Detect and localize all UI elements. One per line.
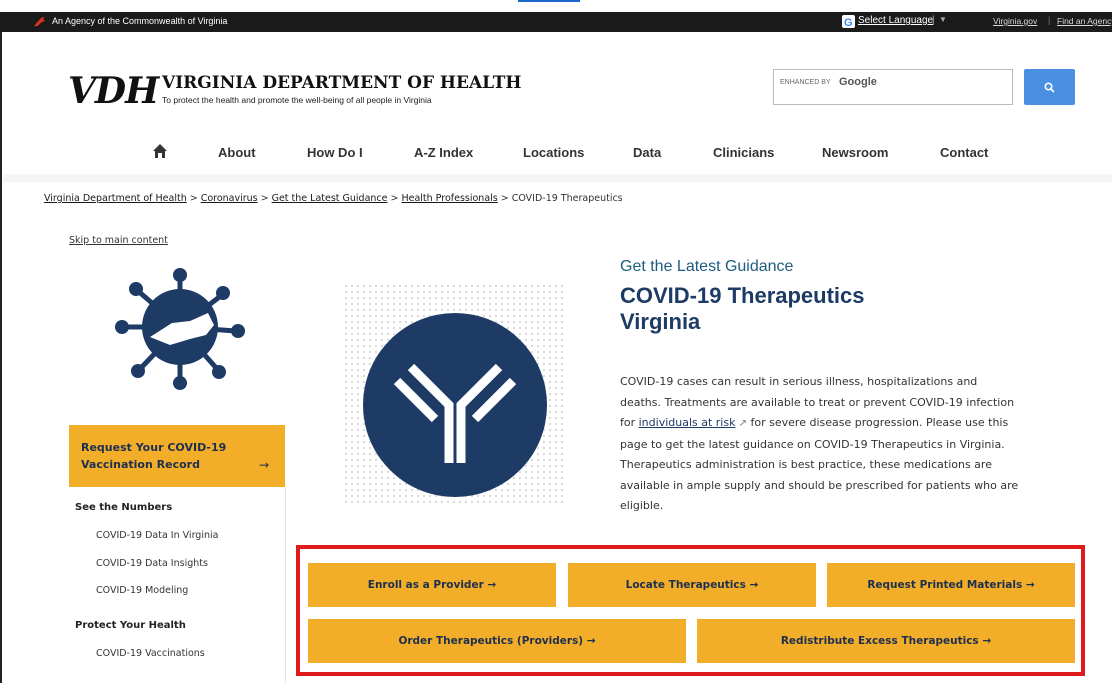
hero-subtitle: Get the Latest Guidance	[620, 258, 794, 275]
locate-therapeutics-button[interactable]: Locate Therapeutics →	[568, 563, 816, 607]
breadcrumb: Virginia Department of Health > Coronaviru…	[44, 193, 623, 204]
google-g-icon: G	[842, 15, 855, 29]
page-title-line: Virginia	[620, 309, 701, 334]
nav-item-how-do-i[interactable]: How Do I	[307, 145, 363, 160]
sidebar-item-vaccinations[interactable]: COVID-19 Vaccinations	[96, 648, 205, 659]
coronavirus-virginia-icon	[115, 268, 245, 390]
logo-tagline: To protect the health and promote the we…	[162, 95, 432, 105]
vdh-logo[interactable]: VDH	[68, 70, 159, 112]
search-enhanced-label: ENHANCED BY	[780, 79, 831, 86]
hero-paragraph: COVID-19 cases can result in serious ill…	[620, 372, 1020, 517]
separator: |	[1048, 15, 1051, 25]
logo-title[interactable]: VIRGINIA DEPARTMENT OF HEALTH	[162, 73, 521, 93]
order-therapeutics-button[interactable]: Order Therapeutics (Providers) →	[308, 619, 686, 663]
arrow-right-icon: →	[259, 458, 270, 472]
nav-item-contact[interactable]: Contact	[940, 145, 988, 160]
cta-button-panel: Enroll as a Provider → Locate Therapeuti…	[296, 545, 1085, 676]
breadcrumb-link[interactable]: Health Professionals	[401, 193, 497, 204]
cut-off-link-underline	[518, 0, 580, 2]
sidebar-nav: See the Numbers COVID-19 Data In Virgini…	[69, 488, 286, 683]
breadcrumb-link[interactable]: Virginia Department of Health	[44, 193, 187, 204]
sidebar-item-data-insights[interactable]: COVID-19 Data Insights	[96, 558, 208, 569]
search-input[interactable]: ENHANCED BY Google	[773, 69, 1013, 105]
redistribute-therapeutics-button[interactable]: Redistribute Excess Therapeutics →	[697, 619, 1075, 663]
enroll-provider-button[interactable]: Enroll as a Provider →	[308, 563, 556, 607]
agency-text: An Agency of the Commonwealth of Virgini…	[52, 16, 228, 26]
search-icon	[1044, 82, 1055, 93]
nav-item-clinicians[interactable]: Clinicians	[713, 145, 774, 160]
home-icon[interactable]	[152, 143, 168, 159]
request-printed-materials-button[interactable]: Request Printed Materials →	[827, 563, 1075, 607]
request-vaccination-record-button[interactable]: Request Your COVID-19 Vaccination Record…	[69, 425, 285, 487]
hero-image	[363, 313, 547, 497]
left-border	[0, 32, 2, 683]
external-link-icon: ↗	[735, 418, 748, 429]
svg-text:G: G	[844, 17, 853, 28]
nav-item-data[interactable]: Data	[633, 145, 661, 160]
breadcrumb-link[interactable]: Coronavirus	[201, 193, 258, 204]
nav-divider	[3, 174, 1112, 182]
sidebar-heading[interactable]: Protect Your Health	[75, 620, 186, 631]
cardinal-icon	[33, 16, 46, 27]
antibody-icon	[393, 363, 517, 463]
page-title-line: COVID-19 Therapeutics	[620, 283, 865, 308]
skip-to-main-link[interactable]: Skip to main content	[69, 235, 168, 246]
breadcrumb-link[interactable]: Get the Latest Guidance	[272, 193, 388, 204]
nav-item-about[interactable]: About	[218, 145, 256, 160]
virginia-gov-link[interactable]: Virginia.gov	[993, 16, 1037, 26]
search-google-label: Google	[839, 76, 877, 88]
nav-item-a-z-index[interactable]: A-Z Index	[414, 145, 473, 160]
chevron-down-icon[interactable]: ▼	[939, 15, 947, 24]
request-card-label: Request Your COVID-19 Vaccination Record	[81, 441, 227, 471]
hero-text: for severe disease progression. Please u…	[620, 416, 1019, 512]
nav-item-newsroom[interactable]: Newsroom	[822, 145, 888, 160]
sidebar-item-data-in-virginia[interactable]: COVID-19 Data In Virginia	[96, 530, 218, 541]
nav-item-locations[interactable]: Locations	[523, 145, 584, 160]
individuals-at-risk-link[interactable]: individuals at risk	[639, 416, 736, 429]
sidebar-heading[interactable]: See the Numbers	[75, 502, 172, 513]
agency-bar: An Agency of the Commonwealth of Virgini…	[0, 12, 1112, 32]
select-language-link[interactable]: Select Language	[858, 15, 933, 26]
breadcrumb-current: COVID-19 Therapeutics	[511, 193, 623, 204]
find-agency-link[interactable]: Find an Agency	[1057, 16, 1112, 26]
sidebar-item-modeling[interactable]: COVID-19 Modeling	[96, 585, 188, 596]
search-button[interactable]	[1024, 69, 1075, 105]
page-title: COVID-19 Therapeutics Virginia	[620, 283, 865, 335]
separator: |	[932, 15, 935, 26]
